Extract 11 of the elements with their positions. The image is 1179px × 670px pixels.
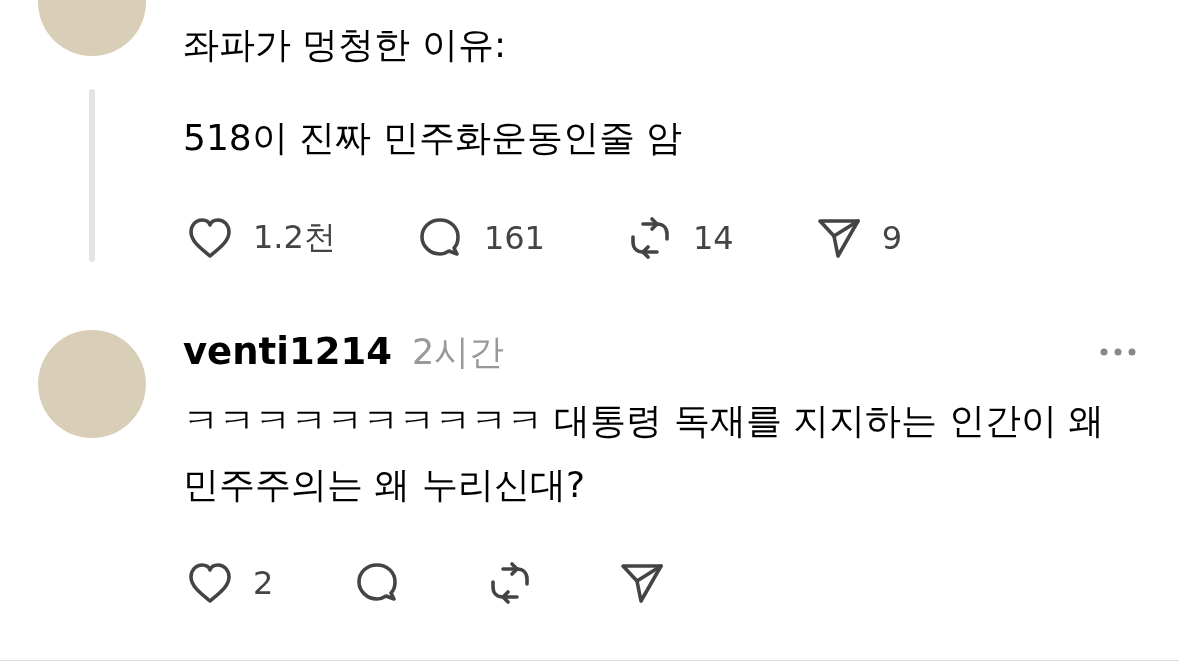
share-button[interactable]: 9: [811, 211, 903, 265]
like-button[interactable]: 1.2천: [183, 211, 336, 265]
timestamp: 2시간: [411, 330, 505, 374]
post-text: 518이 진짜 민주화운동인줄 암: [183, 116, 684, 160]
reply-text: ㅋㅋㅋㅋㅋㅋㅋㅋㅋㅋ 대통령 독재를 지지하는 인간이 왜 민주주의는 왜 누리신대?: [183, 399, 1106, 507]
username[interactable]: venti1214: [183, 329, 392, 373]
reply-button[interactable]: 161: [413, 211, 545, 265]
like-button[interactable]: 2: [183, 556, 274, 610]
post-text: 좌파가 멍청한 이유:: [183, 23, 507, 67]
more-icon[interactable]: [1099, 347, 1137, 357]
repost-button[interactable]: 14: [622, 211, 734, 265]
